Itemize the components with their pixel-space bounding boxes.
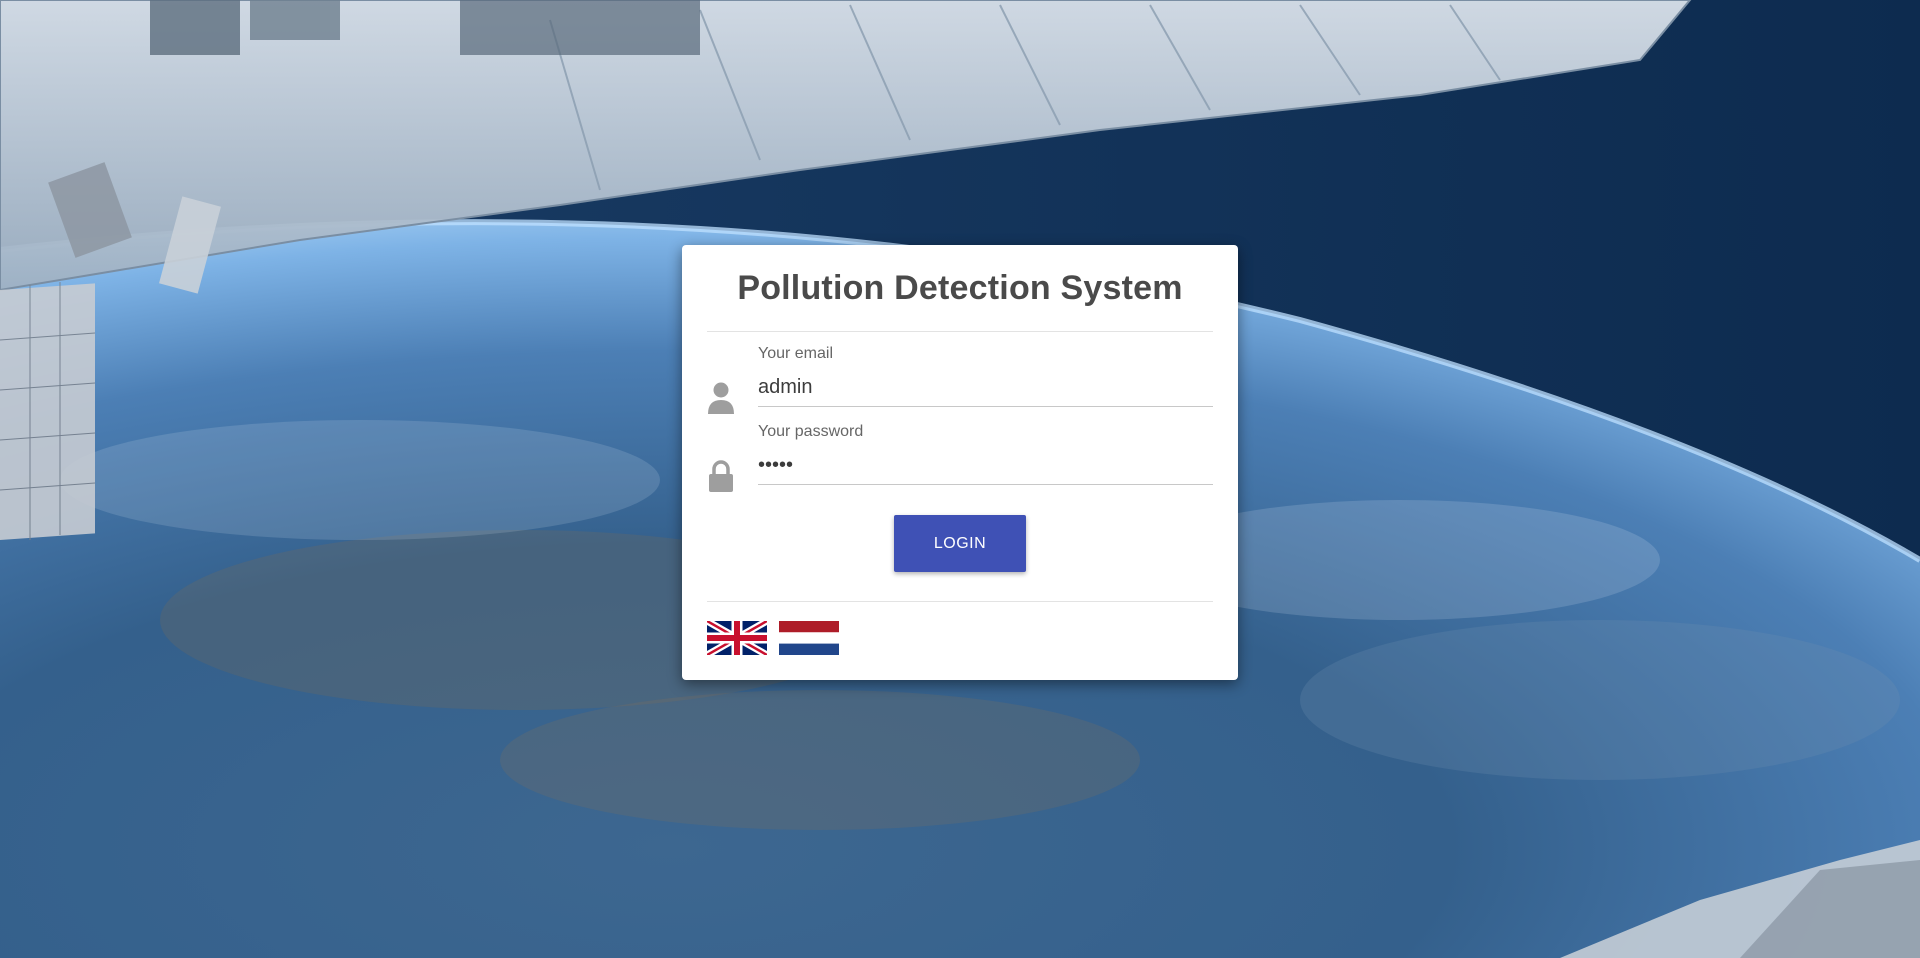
email-input[interactable] bbox=[758, 369, 1213, 407]
netherlands-flag-icon[interactable] bbox=[779, 621, 839, 655]
uk-flag-icon[interactable] bbox=[705, 617, 769, 659]
password-input[interactable] bbox=[758, 447, 1213, 485]
lock-icon bbox=[707, 459, 735, 493]
footer-divider bbox=[707, 601, 1213, 602]
user-icon bbox=[707, 381, 735, 415]
login-card: Pollution Detection System Your email Yo… bbox=[682, 245, 1238, 680]
title-divider bbox=[707, 331, 1213, 332]
password-field-group: Your password bbox=[707, 423, 1213, 497]
login-button[interactable]: LOGIN bbox=[894, 515, 1026, 572]
password-label: Your password bbox=[758, 423, 864, 440]
page-title: Pollution Detection System bbox=[737, 269, 1183, 307]
email-label: Your email bbox=[758, 345, 834, 362]
email-field-group: Your email bbox=[707, 345, 1213, 419]
